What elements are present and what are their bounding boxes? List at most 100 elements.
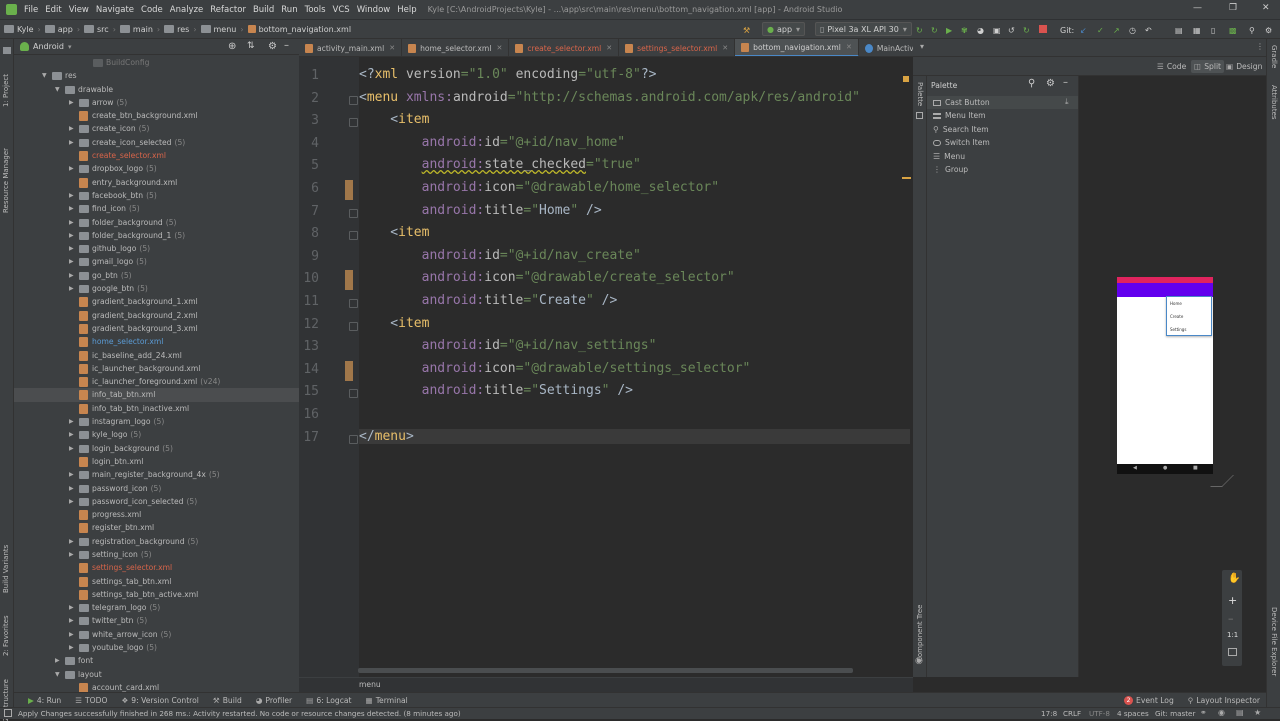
gear-icon[interactable]: ⚙	[1046, 78, 1055, 89]
tree-folder-row[interactable]: ▶ create_icon_selected (5)	[14, 136, 299, 149]
expand-right-icon[interactable]: ▶	[69, 415, 74, 428]
tree-folder-row[interactable]: ▶ kyle_logo (5)	[14, 428, 299, 441]
tab-create-selector[interactable]: create_selector.xml ✕	[509, 39, 620, 56]
code-line[interactable]: android:title="Settings" />	[359, 383, 633, 398]
palette-item-cast-button[interactable]: Cast Button	[933, 96, 990, 109]
close-tab-icon[interactable]: ✕	[606, 44, 612, 52]
tree-folder-row[interactable]: ▶ folder_background (5)	[14, 216, 299, 229]
project-tool-tab[interactable]: 1: Project	[2, 57, 10, 107]
tree-folder-row[interactable]: ▼ res	[14, 69, 299, 82]
device-file-explorer-tab[interactable]: Device File Explorer	[1270, 607, 1278, 676]
sdk-manager-icon[interactable]: ▤	[1175, 23, 1183, 37]
menu-run[interactable]: Run	[281, 5, 297, 15]
code-mode-button[interactable]: ☰ Code	[1154, 60, 1189, 73]
notification-icon[interactable]: ★	[1254, 708, 1261, 717]
event-log-tool-button[interactable]: 2 Event Log	[1124, 695, 1174, 705]
palette-item-switch-item[interactable]: Switch Item	[933, 136, 990, 149]
tree-folder-row[interactable]: ▶ registration_background (5)	[14, 535, 299, 548]
chevron-down-icon[interactable]: ▾	[68, 43, 72, 51]
code-line[interactable]: android:icon="@drawable/create_selector"	[359, 270, 735, 285]
locate-icon[interactable]: ⊕	[228, 41, 236, 52]
profile-icon[interactable]: ◕	[977, 23, 984, 37]
menu-window[interactable]: Window	[357, 5, 391, 15]
menu-build[interactable]: Build	[253, 5, 274, 15]
code-editor[interactable]: 1 2 3 4 5 6 7 8 9 10 11 12 13 14 15 16 17 <?xml version=…	[299, 57, 913, 677]
code-line[interactable]: <?xml version="1.0" encoding="utf-8"?>	[359, 67, 656, 82]
tree-folder-row[interactable]: ▶ go_btn (5)	[14, 269, 299, 282]
tree-file-row[interactable]: gradient_background_1.xml	[14, 295, 299, 308]
expand-right-icon[interactable]: ▶	[69, 96, 74, 109]
breadcrumb-main[interactable]: main	[133, 25, 153, 34]
zoom-in-icon[interactable]: +	[1228, 594, 1237, 607]
fold-icon[interactable]	[349, 208, 358, 218]
hammer-icon[interactable]: ⚒	[743, 23, 750, 37]
expand-right-icon[interactable]: ▶	[69, 468, 74, 481]
run-again-icon[interactable]: ↺	[1008, 23, 1015, 37]
change-marker[interactable]	[345, 270, 353, 291]
expand-down-icon[interactable]: ▼	[55, 668, 60, 681]
expand-right-icon[interactable]: ▶	[69, 269, 74, 282]
git-push-icon[interactable]: ↗	[1113, 23, 1120, 37]
expand-right-icon[interactable]: ▶	[69, 202, 74, 215]
breadcrumb-app[interactable]: app	[58, 25, 73, 34]
tab-activity-main[interactable]: activity_main.xml ✕	[299, 39, 403, 56]
split-mode-button[interactable]: ◫ Split	[1191, 60, 1225, 73]
minimize-icon[interactable]: —	[1193, 3, 1202, 13]
apply-changes-restart-icon[interactable]: ↻	[916, 23, 923, 37]
close-tab-icon[interactable]: ✕	[722, 44, 728, 52]
expand-right-icon[interactable]: ▶	[69, 189, 74, 202]
code-line[interactable]: android:icon="@drawable/home_selector"	[359, 180, 719, 195]
restore-icon[interactable]: ❐	[1229, 3, 1237, 13]
status-icon[interactable]	[4, 709, 12, 717]
device-manager-icon[interactable]: ▩	[1229, 23, 1237, 37]
avd-manager-icon[interactable]: ▯	[1211, 23, 1215, 37]
menu-analyze[interactable]: Analyze	[170, 5, 204, 15]
menu-vcs[interactable]: VCS	[333, 5, 350, 15]
tab-home-selector[interactable]: home_selector.xml ✕	[402, 39, 510, 56]
tree-folder-row[interactable]: ▶ instagram_logo (5)	[14, 415, 299, 428]
palette-item-search-item[interactable]: ⚲ Search Item	[933, 123, 989, 136]
profiler-tool-button[interactable]: ◕ Profiler	[256, 696, 292, 705]
code-line[interactable]: android:id="@+id/nav_settings"	[359, 338, 657, 353]
tree-file-row[interactable]: ic_launcher_background.xml	[14, 362, 299, 375]
tree-folder-row[interactable]: ▶ twitter_btn (5)	[14, 614, 299, 627]
code-line[interactable]: android:id="@+id/nav_home"	[359, 135, 626, 150]
collapse-all-icon[interactable]: ⇅	[247, 41, 255, 51]
lock-icon[interactable]: ⚭	[1200, 708, 1207, 717]
component-tree-tab[interactable]: Component Tree	[916, 600, 924, 662]
editor-breadcrumb-menu[interactable]: menu	[359, 680, 381, 689]
palette-item-menu[interactable]: ☰ Menu	[933, 150, 965, 163]
close-icon[interactable]: ✕	[1262, 3, 1270, 13]
tree-file-row[interactable]: ic_baseline_add_24.xml	[14, 349, 299, 362]
code-line[interactable]: </menu>	[359, 428, 910, 444]
expand-right-icon[interactable]: ▶	[69, 428, 74, 441]
expand-right-icon[interactable]: ▶	[69, 282, 74, 295]
tree-folder-row[interactable]: ▶ telegram_logo (5)	[14, 601, 299, 614]
expand-right-icon[interactable]: ▶	[69, 614, 74, 627]
pan-hand-icon[interactable]: ✋	[1228, 573, 1240, 584]
cursor-position[interactable]: 17:8	[1041, 709, 1057, 718]
restart-icon[interactable]: ↻	[1023, 23, 1030, 37]
close-tab-icon[interactable]: ✕	[846, 43, 852, 51]
breadcrumb-res[interactable]: res	[177, 25, 189, 34]
breadcrumb-kyle[interactable]: Kyle	[17, 25, 34, 34]
code-line[interactable]: <item	[359, 316, 429, 331]
tab-main-activity[interactable]: MainActivity.java✕	[859, 39, 913, 56]
project-structure-icon[interactable]: ▦	[1193, 23, 1201, 37]
editor-horizontal-scrollbar[interactable]	[358, 668, 853, 673]
phone-menu-item-create[interactable]: Create	[1170, 314, 1183, 319]
fold-icon[interactable]	[349, 321, 358, 331]
build-variants-tab[interactable]: Build Variants	[2, 535, 10, 593]
tab-settings-selector[interactable]: settings_selector.xml ✕	[619, 39, 736, 56]
expand-right-icon[interactable]: ▶	[69, 628, 74, 641]
hide-icon[interactable]: –	[1063, 77, 1068, 88]
code-line[interactable]: <menu xmlns:android="http://schemas.andr…	[359, 90, 860, 105]
warning-stripe[interactable]	[902, 177, 911, 179]
tree-folder-row[interactable]: ▶ create_icon (5)	[14, 122, 299, 135]
tree-folder-row[interactable]: ▶ password_icon_selected (5)	[14, 495, 299, 508]
tree-folder-row[interactable]: ▶ facebook_btn (5)	[14, 189, 299, 202]
tree-folder-row[interactable]: ▶ arrow (5)	[14, 96, 299, 109]
tree-file-row[interactable]: create_selector.xml	[14, 149, 299, 162]
fold-icon[interactable]	[349, 299, 358, 308]
expand-right-icon[interactable]: ▶	[69, 442, 74, 455]
